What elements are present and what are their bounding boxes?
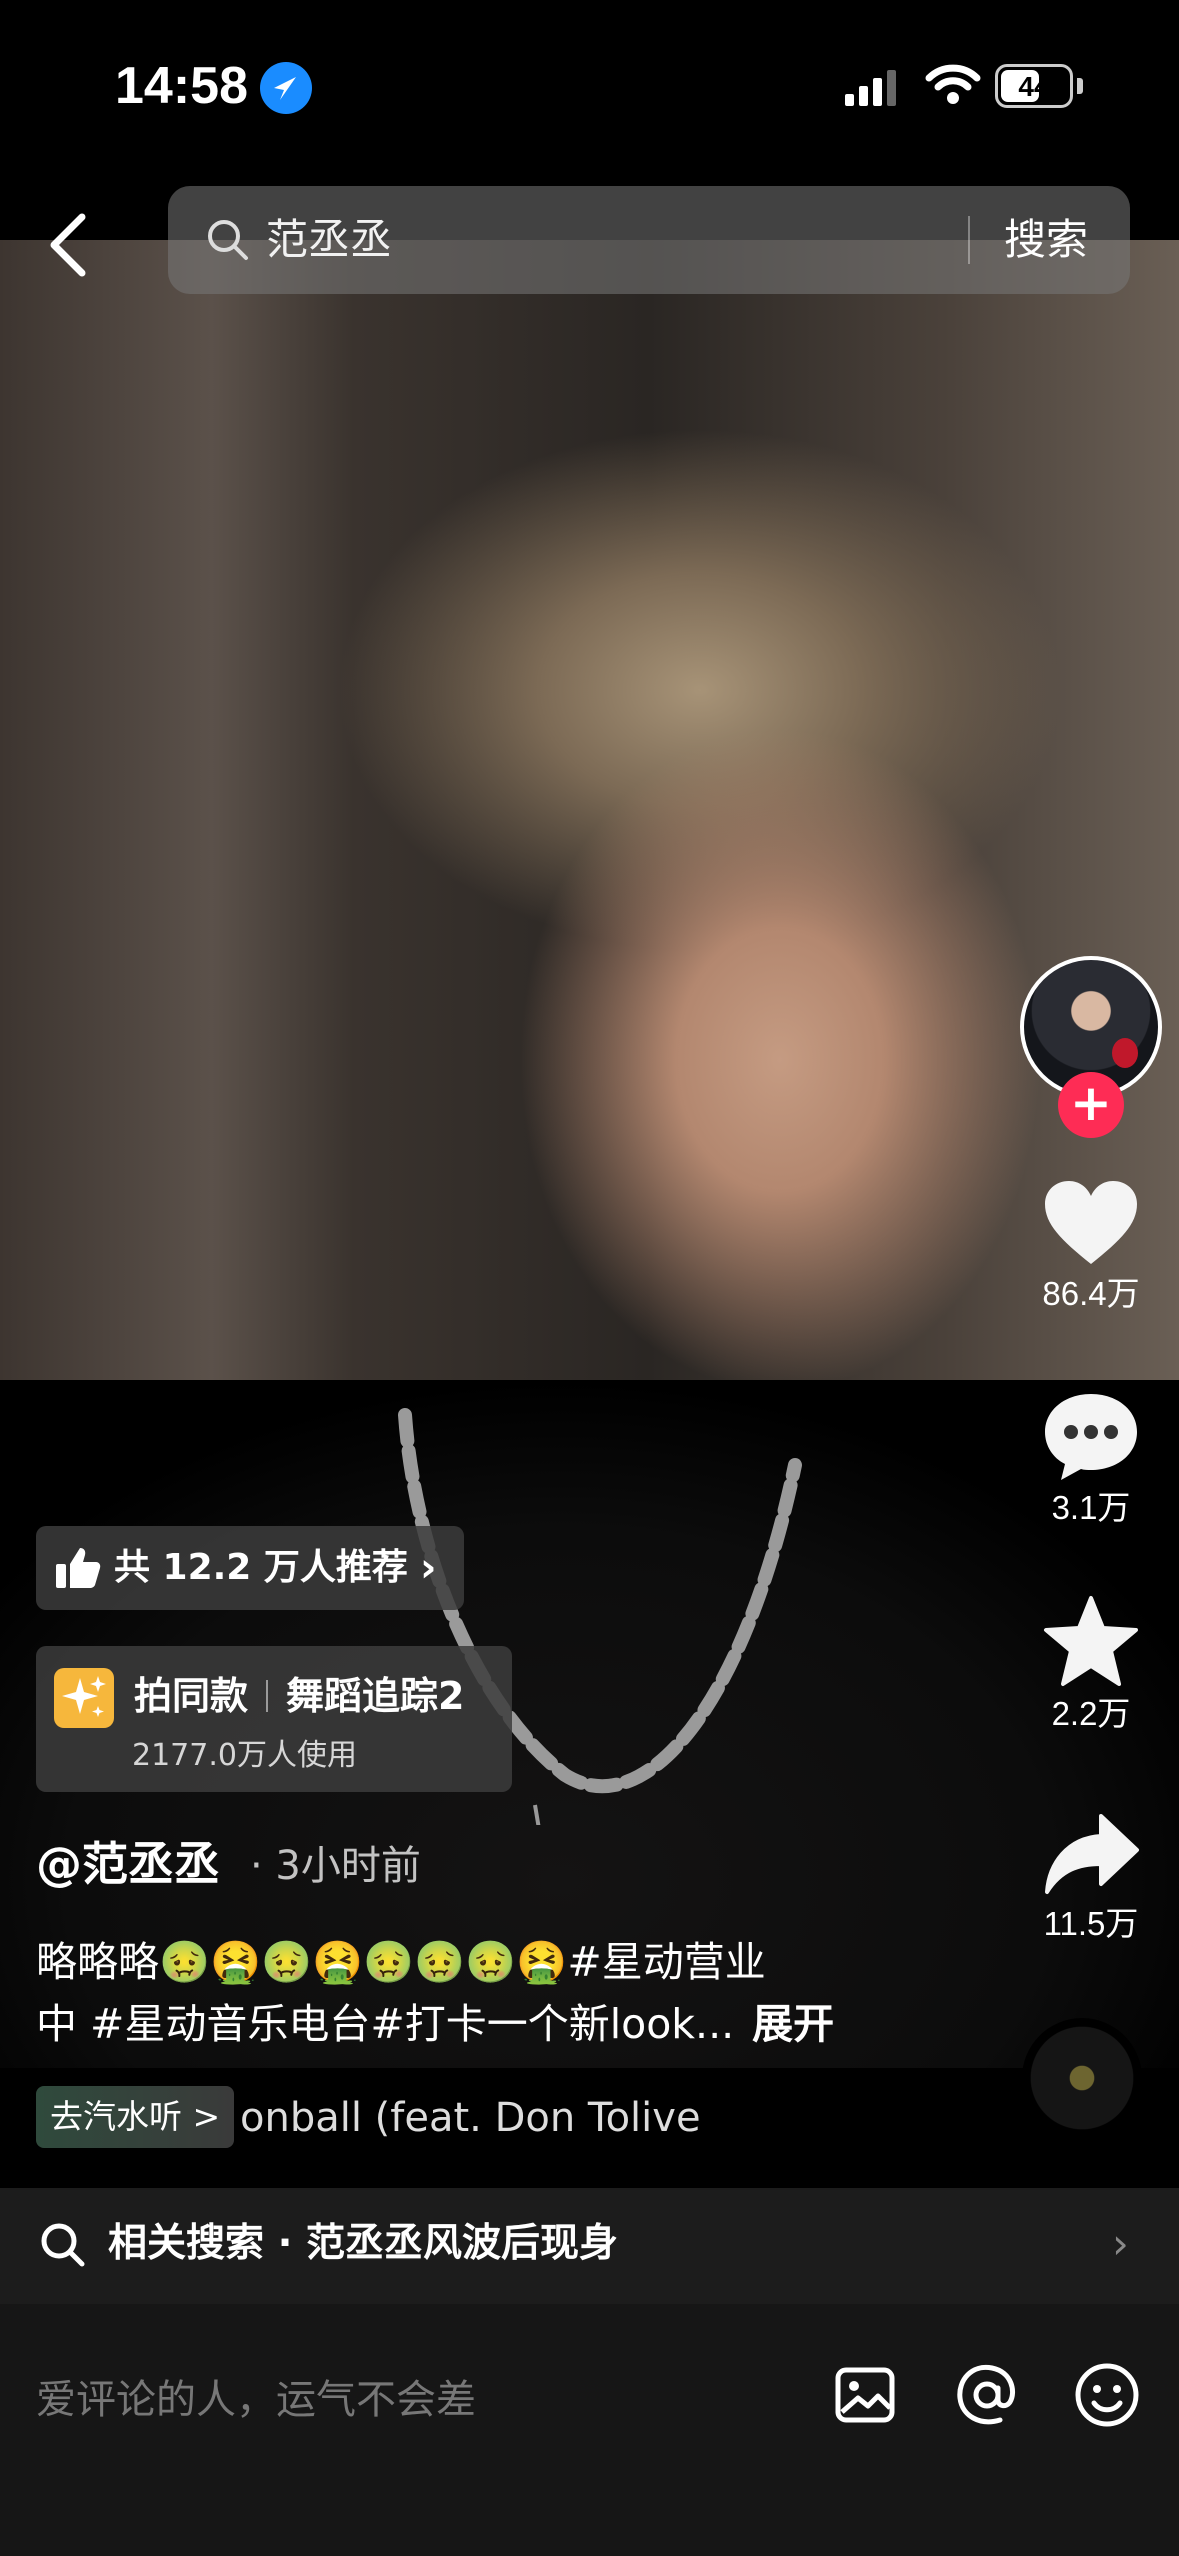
search-box[interactable]: 范丞丞 搜索 [168, 186, 1130, 294]
avatar-rose [1112, 1038, 1138, 1068]
search-icon [208, 220, 248, 260]
music-strip[interactable]: onball (feat. Don Tolive 去汽水听 > [0, 2018, 1179, 2188]
effect-users: 2177.0万人使用 [132, 1738, 357, 1773]
chevron-left-icon [50, 213, 86, 277]
related-search-text: 相关搜索 · 范丞丞风波后现身 [108, 2221, 618, 2266]
effect-name: 舞蹈追踪2 [286, 1674, 465, 1718]
search-divider [968, 216, 970, 264]
share-button[interactable]: 11.5万 [1020, 1812, 1162, 1946]
sparkle-icon [54, 1668, 114, 1728]
search-submit-button[interactable]: 搜索 [1004, 208, 1088, 272]
comment-bubble-icon [1045, 1394, 1137, 1480]
emoji-icon[interactable] [1072, 2360, 1142, 2430]
battery-nub [1077, 78, 1083, 94]
thumbs-up-icon [56, 1548, 101, 1588]
favorite-count: 2.2万 [1051, 1695, 1131, 1732]
search-icon [41, 2223, 85, 2267]
like-count: 86.4万 [1042, 1275, 1140, 1312]
image-icon[interactable] [830, 2360, 900, 2430]
back-button[interactable] [38, 205, 98, 285]
status-time: 14:58 [115, 57, 248, 115]
related-search-bar[interactable]: 相关搜索 · 范丞丞风波后现身 › [0, 2188, 1179, 2304]
caption-text-1: 略略略🤢🤮🤢🤮🤢🤢🤢🤮#星动营业 [36, 1938, 766, 1986]
star-icon [1044, 1596, 1138, 1686]
heart-icon [1045, 1181, 1137, 1264]
author-name[interactable]: @范丞丞 [36, 1832, 220, 1896]
chevron-right-icon: › [1112, 2219, 1129, 2268]
comment-input[interactable] [36, 2360, 796, 2440]
caption-text-2: 中 #星动音乐电台#打卡一个新look... [36, 2000, 735, 2048]
recommend-text: 共 12.2 万人推荐 [114, 1547, 408, 1588]
at-icon[interactable] [952, 2360, 1022, 2430]
like-button[interactable]: 86.4万 [1020, 1178, 1162, 1316]
effect-separator [266, 1680, 269, 1712]
comment-count: 3.1万 [1051, 1489, 1131, 1526]
expand-caption-link[interactable]: 展开 [752, 2000, 834, 2048]
follow-button[interactable]: + [1058, 1072, 1124, 1138]
battery-icon: 44 [995, 64, 1073, 108]
share-count: 11.5万 [1043, 1905, 1139, 1942]
comment-button[interactable]: 3.1万 [1020, 1390, 1162, 1530]
search-query[interactable]: 范丞丞 [266, 208, 392, 272]
wifi-icon [925, 64, 981, 104]
caption-line-1[interactable]: 略略略🤢🤮🤢🤮🤢🤢🤢🤮#星动营业 [36, 1932, 766, 1992]
listen-on-app-button[interactable]: 去汽水听 > [36, 2086, 235, 2148]
post-time: · 3小时前 [250, 1843, 421, 1889]
caption-line-2[interactable]: 中 #星动音乐电台#打卡一个新look... 展开 [36, 1994, 834, 2054]
cellular-signal-icon [845, 70, 896, 106]
favorite-button[interactable]: 2.2万 [1020, 1594, 1162, 1736]
effect-title-row: 拍同款 舞蹈追踪2 [134, 1668, 464, 1724]
video-player[interactable] [0, 240, 1179, 2430]
location-arrow-icon [260, 62, 312, 114]
status-bar: 14:58 44 [0, 0, 1179, 170]
battery-level: 44 [1018, 71, 1050, 102]
effect-card[interactable]: 拍同款 舞蹈追踪2 2177.0万人使用 [36, 1646, 512, 1792]
share-arrow-icon [1045, 1814, 1139, 1894]
music-disc-icon[interactable] [1022, 2018, 1142, 2138]
recommend-pill[interactable]: 共 12.2 万人推荐 › [36, 1526, 464, 1610]
music-title[interactable]: onball (feat. Don Tolive [240, 2086, 740, 2150]
chevron-right-icon: › [420, 1545, 437, 1591]
effect-action: 拍同款 [134, 1674, 249, 1718]
comment-bar [0, 2304, 1179, 2556]
